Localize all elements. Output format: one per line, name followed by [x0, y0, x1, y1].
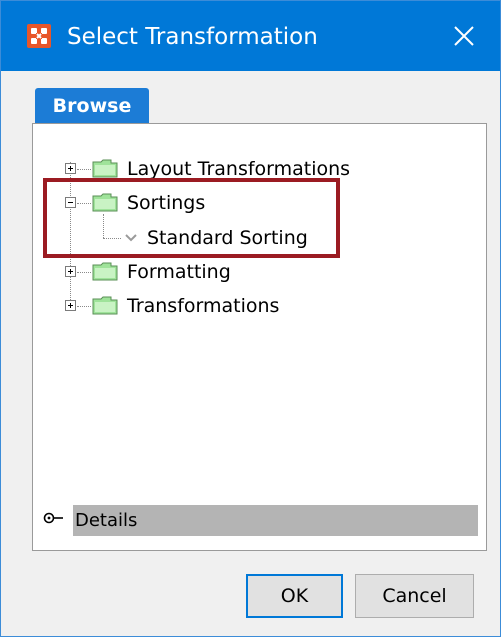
- folder-icon: [92, 296, 118, 315]
- tree-connector: [77, 169, 91, 170]
- tree-node-label[interactable]: Transformations: [127, 291, 279, 321]
- window-title: Select Transformation: [67, 24, 318, 50]
- expand-toggle[interactable]: [65, 300, 76, 311]
- tree-connector: [77, 306, 91, 307]
- folder-icon: [92, 262, 118, 281]
- title-bar[interactable]: Select Transformation: [1, 1, 500, 71]
- expand-details-icon[interactable]: [43, 511, 67, 525]
- cancel-button[interactable]: Cancel: [355, 574, 474, 618]
- select-transformation-dialog: Select Transformation Browse Layout Tran: [0, 0, 501, 637]
- transform-app-icon: [27, 24, 51, 48]
- ok-button[interactable]: OK: [246, 574, 343, 618]
- tab-browse[interactable]: Browse: [35, 88, 149, 124]
- highlight-box: [43, 178, 340, 258]
- details-section: Details: [41, 501, 481, 537]
- expand-toggle[interactable]: [65, 266, 76, 277]
- folder-icon: [92, 159, 118, 178]
- expand-toggle[interactable]: [65, 163, 76, 174]
- close-icon: [454, 26, 474, 46]
- details-label: Details: [75, 510, 138, 531]
- close-button[interactable]: [430, 1, 500, 71]
- tree-node-label[interactable]: Formatting: [127, 257, 231, 287]
- tree-connector: [77, 272, 91, 273]
